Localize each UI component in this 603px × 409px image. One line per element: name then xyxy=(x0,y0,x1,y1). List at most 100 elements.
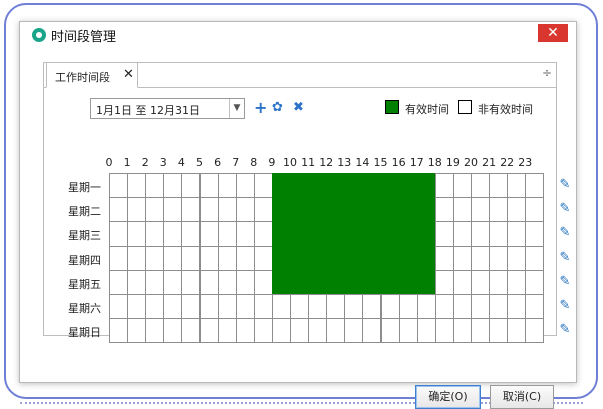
settings-icon[interactable]: ✿ xyxy=(272,98,283,118)
grid-cell[interactable] xyxy=(326,294,346,320)
grid-cell[interactable] xyxy=(380,294,400,320)
grid-cell[interactable] xyxy=(507,294,527,320)
grid-cell[interactable] xyxy=(127,197,147,223)
grid-cell[interactable] xyxy=(235,269,255,295)
grid-cell[interactable] xyxy=(253,269,273,295)
grid-cell[interactable] xyxy=(127,221,147,247)
grid-cell[interactable] xyxy=(235,197,255,223)
grid-cell[interactable] xyxy=(489,269,509,295)
grid-cell[interactable] xyxy=(344,318,364,344)
grid-cell[interactable] xyxy=(163,318,183,344)
grid-cell[interactable] xyxy=(507,318,527,344)
grid-cell[interactable] xyxy=(145,294,165,320)
grid-cell[interactable] xyxy=(416,318,436,344)
grid-cell[interactable] xyxy=(398,318,418,344)
grid-cell[interactable] xyxy=(253,318,273,344)
grid-cell[interactable] xyxy=(145,318,165,344)
grid-cell[interactable] xyxy=(109,318,129,344)
grid-cell[interactable] xyxy=(181,221,201,247)
grid-cell[interactable] xyxy=(199,221,219,247)
grid-cell[interactable] xyxy=(253,294,273,320)
grid-cell[interactable] xyxy=(434,269,454,295)
grid-cell-active[interactable] xyxy=(398,245,418,271)
grid-cell[interactable] xyxy=(452,221,472,247)
grid-cell-active[interactable] xyxy=(380,245,400,271)
grid-cell-active[interactable] xyxy=(271,245,291,271)
grid-cell[interactable] xyxy=(362,318,382,344)
grid-cell-active[interactable] xyxy=(344,245,364,271)
grid-cell[interactable] xyxy=(489,294,509,320)
grid-cell-active[interactable] xyxy=(308,245,328,271)
grid-cell[interactable] xyxy=(271,318,291,344)
pencil-icon[interactable]: ✎ xyxy=(558,226,572,240)
grid-cell[interactable] xyxy=(525,173,545,199)
add-icon[interactable]: + xyxy=(254,98,267,118)
grid-cell-active[interactable] xyxy=(271,221,291,247)
pencil-icon[interactable]: ✎ xyxy=(558,178,572,192)
tab-work-time[interactable]: 工作时间段 ✕ xyxy=(46,62,138,88)
grid-cell[interactable] xyxy=(362,294,382,320)
grid-cell-active[interactable] xyxy=(380,269,400,295)
grid-cell[interactable] xyxy=(253,173,273,199)
grid-cell[interactable] xyxy=(127,318,147,344)
grid-cell[interactable] xyxy=(109,294,129,320)
grid-cell[interactable] xyxy=(525,221,545,247)
grid-cell[interactable] xyxy=(471,318,491,344)
grid-cell[interactable] xyxy=(163,197,183,223)
grid-cell-active[interactable] xyxy=(271,197,291,223)
grid-cell[interactable] xyxy=(127,269,147,295)
grid-cell-active[interactable] xyxy=(290,245,310,271)
delete-icon[interactable]: ✖ xyxy=(293,98,304,118)
grid-cell[interactable] xyxy=(253,221,273,247)
grid-cell[interactable] xyxy=(452,173,472,199)
grid-cell[interactable] xyxy=(199,173,219,199)
grid-cell-active[interactable] xyxy=(344,221,364,247)
grid-cell[interactable] xyxy=(217,294,237,320)
grid-cell[interactable] xyxy=(525,197,545,223)
grid-cell[interactable] xyxy=(525,245,545,271)
grid-cell[interactable] xyxy=(217,318,237,344)
grid-cell[interactable] xyxy=(199,245,219,271)
grid-cell[interactable] xyxy=(145,173,165,199)
grid-cell-active[interactable] xyxy=(416,221,436,247)
cancel-button[interactable]: 取消(C) xyxy=(490,385,554,409)
pencil-icon[interactable]: ✎ xyxy=(558,250,572,265)
grid-cell[interactable] xyxy=(452,197,472,223)
grid-cell[interactable] xyxy=(471,197,491,223)
grid-cell[interactable] xyxy=(109,245,129,271)
grid-cell-active[interactable] xyxy=(308,269,328,295)
grid-cell-active[interactable] xyxy=(380,221,400,247)
grid-cell[interactable] xyxy=(471,173,491,199)
ok-button[interactable]: 确定(O) xyxy=(415,385,481,409)
grid-cell[interactable] xyxy=(181,318,201,344)
add-tab-icon[interactable]: ÷ xyxy=(542,66,552,80)
grid-cell-active[interactable] xyxy=(362,221,382,247)
grid-cell[interactable] xyxy=(380,318,400,344)
grid-cell[interactable] xyxy=(253,245,273,271)
grid-cell[interactable] xyxy=(217,269,237,295)
grid-cell[interactable] xyxy=(489,318,509,344)
grid-cell[interactable] xyxy=(217,173,237,199)
grid-cell[interactable] xyxy=(434,197,454,223)
grid-cell-active[interactable] xyxy=(326,173,346,199)
grid-cell[interactable] xyxy=(181,245,201,271)
grid-cell[interactable] xyxy=(471,221,491,247)
grid-cell[interactable] xyxy=(163,294,183,320)
grid-cell[interactable] xyxy=(145,197,165,223)
grid-cell[interactable] xyxy=(507,245,527,271)
grid-cell-active[interactable] xyxy=(362,269,382,295)
grid-cell[interactable] xyxy=(471,245,491,271)
grid-cell-active[interactable] xyxy=(271,269,291,295)
grid-cell-active[interactable] xyxy=(398,221,418,247)
grid-cell-active[interactable] xyxy=(326,269,346,295)
grid-cell[interactable] xyxy=(109,221,129,247)
grid-cell[interactable] xyxy=(217,221,237,247)
pencil-icon[interactable]: ✎ xyxy=(558,323,572,337)
grid-cell[interactable] xyxy=(217,197,237,223)
grid-cell-active[interactable] xyxy=(380,173,400,199)
grid-cell[interactable] xyxy=(489,197,509,223)
grid-cell[interactable] xyxy=(127,173,147,199)
grid-cell[interactable] xyxy=(489,221,509,247)
grid-cell[interactable] xyxy=(308,294,328,320)
date-range-select[interactable]: 1月1日 至 12月31日 ▼ xyxy=(90,98,245,119)
